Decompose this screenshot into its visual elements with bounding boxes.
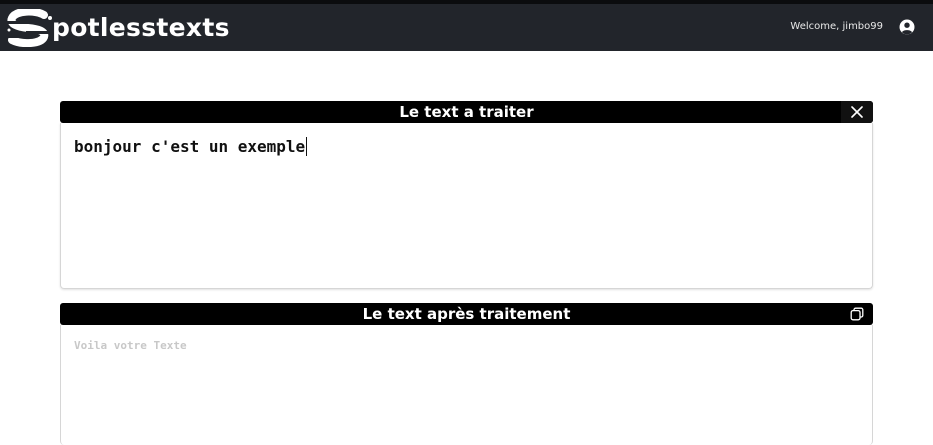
close-icon	[851, 106, 863, 118]
text-caret	[306, 137, 308, 156]
spotless-s-logo-icon	[6, 9, 54, 47]
copy-icon	[850, 307, 864, 321]
input-text-content: bonjour c'est un exemple	[74, 137, 306, 156]
brand-logo[interactable]: potlesstexts	[6, 9, 230, 47]
input-text-area[interactable]: bonjour c'est un exemple	[60, 123, 873, 289]
input-panel: Le text a traiter bonjour c'est un exemp…	[60, 101, 873, 289]
user-circle-icon[interactable]	[899, 19, 915, 35]
navbar: potlesstexts Welcome, jimbo99	[0, 0, 933, 51]
brand-name: potlesstexts	[52, 13, 230, 42]
input-panel-header: Le text a traiter	[60, 101, 873, 123]
output-panel-title: Le text après traitement	[362, 305, 571, 323]
copy-button[interactable]	[841, 303, 873, 325]
input-text-value: bonjour c'est un exemple	[74, 137, 308, 156]
clear-button[interactable]	[841, 101, 873, 123]
input-panel-title: Le text a traiter	[399, 103, 534, 121]
output-placeholder: Voila votre Texte	[74, 339, 187, 352]
output-panel: Le text après traitement Voila votre Tex…	[60, 303, 873, 445]
output-text-area[interactable]: Voila votre Texte	[60, 325, 873, 445]
output-panel-header: Le text après traitement	[60, 303, 873, 325]
welcome-text: Welcome, jimbo99	[790, 21, 883, 32]
